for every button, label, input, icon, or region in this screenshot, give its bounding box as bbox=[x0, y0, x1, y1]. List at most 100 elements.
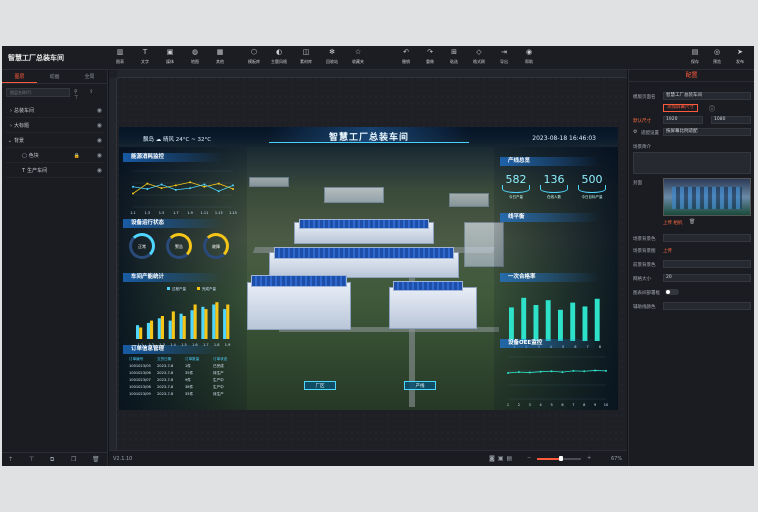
layer-expander[interactable]: ⌄ bbox=[6, 134, 14, 148]
toolbar-text-button[interactable]: T 文字 bbox=[133, 49, 157, 64]
oee-title: 设备OEE监控 bbox=[500, 339, 600, 348]
production-title: 车间产能统计 bbox=[123, 273, 223, 282]
toolbar-chart-button[interactable]: ▥ 图表 bbox=[108, 49, 132, 64]
guide-color-input[interactable] bbox=[663, 302, 751, 310]
page-name-input[interactable]: 智慧工厂总装车间 bbox=[663, 92, 751, 100]
height-input[interactable]: 1080 bbox=[711, 116, 751, 124]
layer-expander[interactable]: › bbox=[6, 104, 14, 118]
delete-icon[interactable]: 🗑 bbox=[92, 456, 100, 463]
factory-button[interactable]: 厂区 bbox=[304, 381, 336, 390]
toolbar-material-button[interactable]: ◫ 素材库 bbox=[294, 49, 318, 64]
eye-icon[interactable]: ◉ bbox=[97, 104, 102, 118]
trash-icon[interactable]: 🗑 bbox=[689, 219, 695, 225]
toolbar-other-button[interactable]: ▦ 其他 bbox=[208, 49, 232, 64]
bg-color-label: 场景背景色 bbox=[633, 237, 656, 242]
cover-thumbnail[interactable] bbox=[663, 178, 751, 216]
adapt-select[interactable]: 按屏幕比例适配 bbox=[663, 128, 751, 136]
bar bbox=[201, 306, 205, 339]
table-cell: 2023-7-8 bbox=[157, 364, 174, 368]
x-tick-label: 7 bbox=[572, 403, 574, 407]
frame-toggle[interactable] bbox=[665, 289, 679, 295]
guide-color-label: 辅助线颜色 bbox=[633, 305, 656, 310]
building bbox=[249, 177, 289, 187]
tab-animation[interactable]: 动画 bbox=[37, 70, 72, 83]
toolbar-theme-button[interactable]: ◐ 主题风格 bbox=[267, 49, 291, 64]
toolbar-export-button[interactable]: ⇥ 导出 bbox=[492, 49, 516, 64]
toolbar-brush-button[interactable]: ◇ 格式刷 bbox=[467, 49, 491, 64]
x-tick-label: 4 bbox=[540, 403, 543, 407]
bg-image-upload[interactable]: 上传 bbox=[663, 248, 672, 254]
cover-actions[interactable]: 上传 相机 bbox=[663, 220, 682, 226]
table-row[interactable]: 1001023/07 2023-7-8 9件 生产中 bbox=[129, 377, 241, 384]
grid-input[interactable]: 20 bbox=[663, 274, 751, 282]
eye-icon[interactable]: ◉ bbox=[97, 164, 102, 178]
table-cell: 35件 bbox=[185, 392, 194, 396]
x-tick-label: 3 bbox=[529, 403, 531, 407]
save-button[interactable]: ▤ 保存 bbox=[683, 49, 707, 64]
tab-global[interactable]: 全局 bbox=[72, 70, 107, 83]
data-point bbox=[507, 371, 509, 374]
eye-icon[interactable]: ◉ bbox=[97, 119, 102, 133]
intro-textarea[interactable] bbox=[633, 152, 751, 174]
publish-button[interactable]: ➤ 发布 bbox=[728, 49, 752, 64]
lock-icon[interactable]: 🔒 bbox=[74, 149, 80, 163]
table-row[interactable]: 1001023/06 2023-7-8 35件 待生产 bbox=[129, 370, 241, 377]
layer-item[interactable]: ⌄ 背景 ◉ bbox=[6, 134, 104, 148]
building bbox=[324, 187, 384, 203]
layer-item[interactable]: › 总装车间 ◉ bbox=[6, 104, 104, 118]
bg-color-input[interactable] bbox=[663, 234, 751, 242]
toolbar-redo-button[interactable]: ↷ 重做 bbox=[418, 49, 442, 64]
toolbar-label: 收藏夹 bbox=[352, 59, 364, 64]
bar bbox=[226, 304, 230, 339]
table-cell: 已完成 bbox=[213, 364, 224, 368]
toolbar-help-button[interactable]: ◉ 帮助 bbox=[517, 49, 541, 64]
add-size-button[interactable]: 添加屏幕尺寸 bbox=[663, 104, 698, 112]
layer-search-input[interactable]: 图层名称(F) bbox=[6, 88, 70, 97]
toolbar-paste-button[interactable]: ⊞ 粘选 bbox=[442, 49, 466, 64]
layer-filter-icons[interactable]: ⚲ ⇪ ⊤ bbox=[74, 89, 107, 101]
tab-layers[interactable]: 图层 bbox=[2, 70, 37, 83]
move-up-icon[interactable]: ⇡ bbox=[8, 456, 13, 463]
legend-label: 过程产量 bbox=[172, 286, 186, 291]
help-icon[interactable]: ⓘ bbox=[709, 104, 715, 113]
width-input[interactable]: 1920 bbox=[663, 116, 703, 124]
toolbar-label: 粘选 bbox=[450, 59, 458, 64]
zoom-slider[interactable] bbox=[537, 456, 581, 461]
eye-icon[interactable]: ◉ bbox=[97, 149, 102, 163]
layer-item[interactable]: › 大标题 ◉ bbox=[6, 119, 104, 133]
table-row[interactable]: 1001023/08 2023-7-8 38件 生产中 bbox=[129, 384, 241, 391]
toolbar-star-button[interactable]: ☆ 收藏夹 bbox=[346, 49, 370, 64]
table-cell: 1001023/09 bbox=[129, 392, 151, 396]
preview-button[interactable]: ◎ 预览 bbox=[705, 49, 729, 64]
table-row[interactable]: 1001023/05 2023-7-8 1件 已完成 bbox=[129, 363, 241, 370]
fg-color-input[interactable] bbox=[663, 260, 751, 268]
bar bbox=[558, 309, 563, 341]
toolbar-undo-button[interactable]: ↶ 撤销 bbox=[394, 49, 418, 64]
column-header: 订单数量 bbox=[185, 357, 200, 361]
zoom-out-icon[interactable]: − bbox=[527, 455, 531, 461]
layer-item[interactable]: T 生产车间 ◉ bbox=[6, 164, 104, 178]
toolbar-media-button[interactable]: ▣ 媒体 bbox=[158, 49, 182, 64]
view-icons[interactable]: ◙▣▤ bbox=[489, 455, 515, 462]
layer-label: 色块 bbox=[28, 153, 39, 159]
move-top-icon[interactable]: ⊤ bbox=[29, 456, 34, 463]
table-row[interactable]: 1001023/09 2023-7-8 35件 待生产 bbox=[129, 391, 241, 398]
layer-expander[interactable]: › bbox=[6, 119, 14, 133]
eye-icon[interactable]: ◉ bbox=[97, 134, 102, 148]
table-cell: 待生产 bbox=[213, 371, 224, 375]
layer-item[interactable]: ▢ 色块 🔒 ◉ bbox=[6, 149, 104, 163]
template-icon: ⬡ bbox=[250, 48, 258, 56]
toolbar-label: 格式刷 bbox=[473, 59, 485, 64]
data-point bbox=[160, 187, 163, 190]
toolbar-recycle-button[interactable]: ✻ 回收站 bbox=[320, 49, 344, 64]
dashboard-preview[interactable]: 厂区 产线 智慧工厂总装车间 飘岛 ☁ 晴风 24°C ~ 32°C 2023-… bbox=[119, 127, 618, 410]
group-icon[interactable]: ⧉ bbox=[50, 456, 54, 464]
table-cell: 2023-7-8 bbox=[157, 378, 174, 382]
line-button[interactable]: 产线 bbox=[404, 381, 436, 390]
zoom-in-icon[interactable]: + bbox=[587, 455, 591, 461]
toolbar-template-button[interactable]: ⬡ 模板库 bbox=[242, 49, 266, 64]
toolbar-label: 文字 bbox=[141, 59, 149, 64]
data-point bbox=[203, 183, 206, 186]
copy-icon[interactable]: ❐ bbox=[71, 456, 76, 463]
toolbar-map-button[interactable]: ◍ 地图 bbox=[183, 49, 207, 64]
